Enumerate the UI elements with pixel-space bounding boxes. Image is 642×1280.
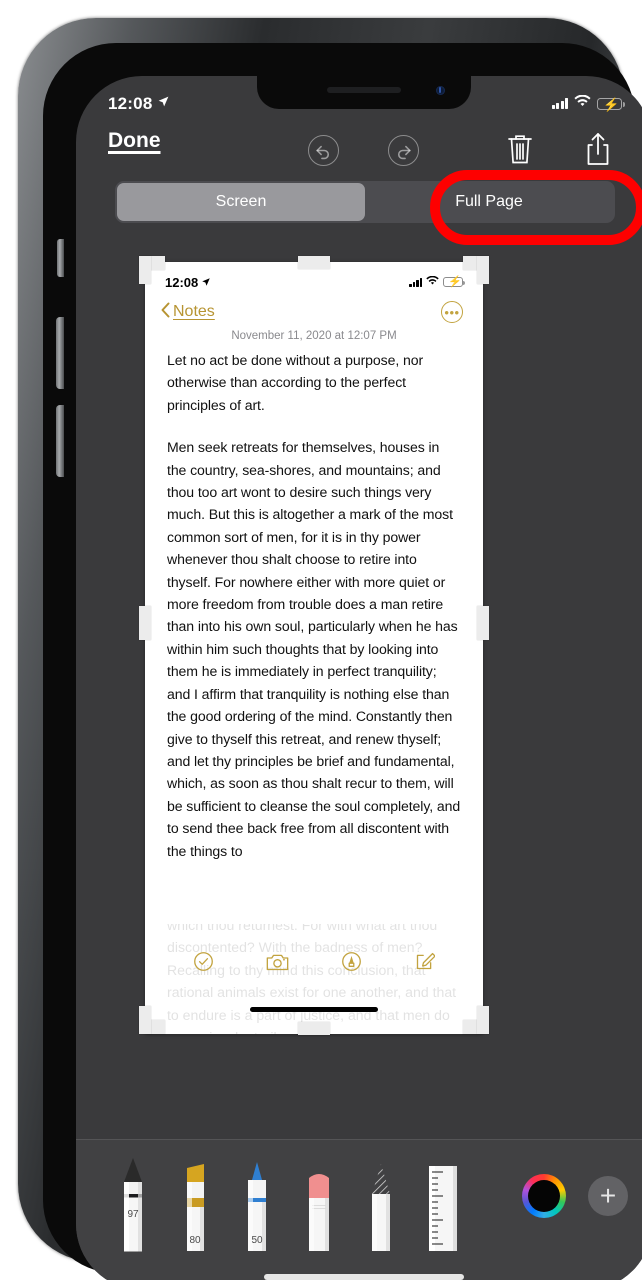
back-label: Notes — [173, 303, 215, 320]
segment-screen[interactable]: Screen — [117, 183, 365, 221]
markup-toolbar: Done — [76, 121, 642, 176]
front-camera-icon — [436, 86, 445, 95]
volume-down-button[interactable] — [56, 405, 64, 477]
capture-mode-segmented-control[interactable]: Screen Full Page — [115, 181, 615, 223]
wifi-icon — [426, 273, 439, 291]
pen-size-label: 50 — [251, 1235, 263, 1246]
phone-bezel: 12:08 ⚡ Done Screen Full Page 12:08 ⚡ No… — [43, 43, 642, 1280]
segment-full-page[interactable]: Full Page — [365, 183, 613, 221]
chevron-left-icon — [161, 302, 170, 323]
color-wheel-icon[interactable] — [522, 1174, 566, 1218]
wifi-icon — [574, 94, 591, 113]
markup-pen-circle-icon[interactable] — [341, 951, 362, 977]
crop-handle-middle-right[interactable] — [477, 606, 489, 640]
crop-handle-top-left-vertical[interactable] — [139, 256, 151, 284]
location-arrow-icon — [201, 275, 211, 290]
phone-screen: 12:08 ⚡ Done Screen Full Page 12:08 ⚡ No… — [76, 76, 642, 1280]
notch — [257, 76, 471, 109]
note-body: Let no act be done without a purpose, no… — [145, 349, 483, 862]
volume-up-button[interactable] — [56, 317, 64, 389]
add-tool-button[interactable]: + — [588, 1176, 628, 1216]
pen-size-label: 80 — [189, 1235, 201, 1246]
location-arrow-icon — [157, 93, 170, 113]
status-bar-time-group: 12:08 — [108, 94, 170, 114]
pen-tool-ruler[interactable] — [412, 1152, 474, 1252]
note-more-button[interactable]: ••• — [441, 301, 463, 323]
fade-gradient — [145, 884, 483, 924]
silent-switch[interactable] — [57, 239, 64, 277]
note-status-indicators: ⚡ — [409, 273, 465, 291]
done-button[interactable]: Done — [108, 129, 161, 153]
note-status-time: 12:08 — [165, 274, 199, 290]
note-tool-bar — [145, 946, 483, 982]
checklist-circle-icon[interactable] — [193, 951, 214, 977]
markup-pen-tray: 97 80 50 + — [76, 1139, 642, 1280]
note-timestamp: November 11, 2020 at 12:07 PM — [231, 330, 397, 342]
crop-handle-bottom-center[interactable] — [298, 1022, 330, 1035]
battery-charging-icon: ⚡ — [443, 276, 465, 288]
crop-handle-bottom-left-vertical[interactable] — [139, 1006, 151, 1034]
status-bar-time: 12:08 — [108, 93, 153, 113]
pen-size-label: 97 — [127, 1209, 139, 1220]
earpiece-speaker — [327, 87, 401, 93]
screenshot-stage: 12:08 ⚡ Done Screen Full Page 12:08 ⚡ No… — [0, 0, 642, 1280]
note-paragraph-1: Let no act be done without a purpose, no… — [167, 352, 424, 413]
note-status-time-group: 12:08 — [165, 275, 211, 290]
compose-icon[interactable] — [414, 951, 436, 977]
pen-tool-lasso[interactable] — [350, 1152, 412, 1252]
crop-handle-top-right-vertical[interactable] — [477, 256, 489, 284]
pen-tool-pen[interactable]: 97 — [102, 1152, 164, 1252]
note-home-indicator — [250, 1007, 378, 1012]
cellular-bars-icon — [551, 98, 568, 109]
trash-icon[interactable] — [506, 132, 534, 166]
screenshot-preview-area: 12:08 ⚡ Notes ••• November 11, 2020 at 1… — [76, 231, 642, 1139]
redo-icon[interactable] — [388, 135, 419, 166]
crop-handle-bottom-right-vertical[interactable] — [477, 1006, 489, 1034]
crop-handle-top-center[interactable] — [298, 256, 330, 269]
pen-tool-marker[interactable]: 50 — [226, 1152, 288, 1252]
pen-tool-eraser[interactable] — [288, 1152, 350, 1252]
pen-tool-highlighter[interactable]: 80 — [164, 1152, 226, 1252]
note-nav-bar: Notes ••• — [145, 295, 483, 325]
share-icon[interactable] — [584, 132, 612, 168]
battery-charging-icon: ⚡ — [597, 97, 625, 111]
screenshot-thumbnail[interactable]: 12:08 ⚡ Notes ••• November 11, 2020 at 1… — [145, 262, 483, 1034]
undo-icon[interactable] — [308, 135, 339, 166]
device-home-indicator[interactable] — [264, 1274, 464, 1280]
phone-frame: 12:08 ⚡ Done Screen Full Page 12:08 ⚡ No… — [18, 18, 642, 1280]
cellular-bars-icon — [409, 277, 422, 287]
current-color-swatch — [528, 1180, 560, 1212]
crop-handle-middle-left[interactable] — [139, 606, 151, 640]
status-bar-indicators: ⚡ — [551, 94, 625, 113]
pen-tray-controls: + — [522, 1174, 628, 1218]
camera-icon[interactable] — [266, 952, 289, 977]
note-paragraph-2: Men seek retreats for themselves, houses… — [167, 439, 461, 859]
back-to-notes-button[interactable]: Notes — [161, 302, 215, 323]
